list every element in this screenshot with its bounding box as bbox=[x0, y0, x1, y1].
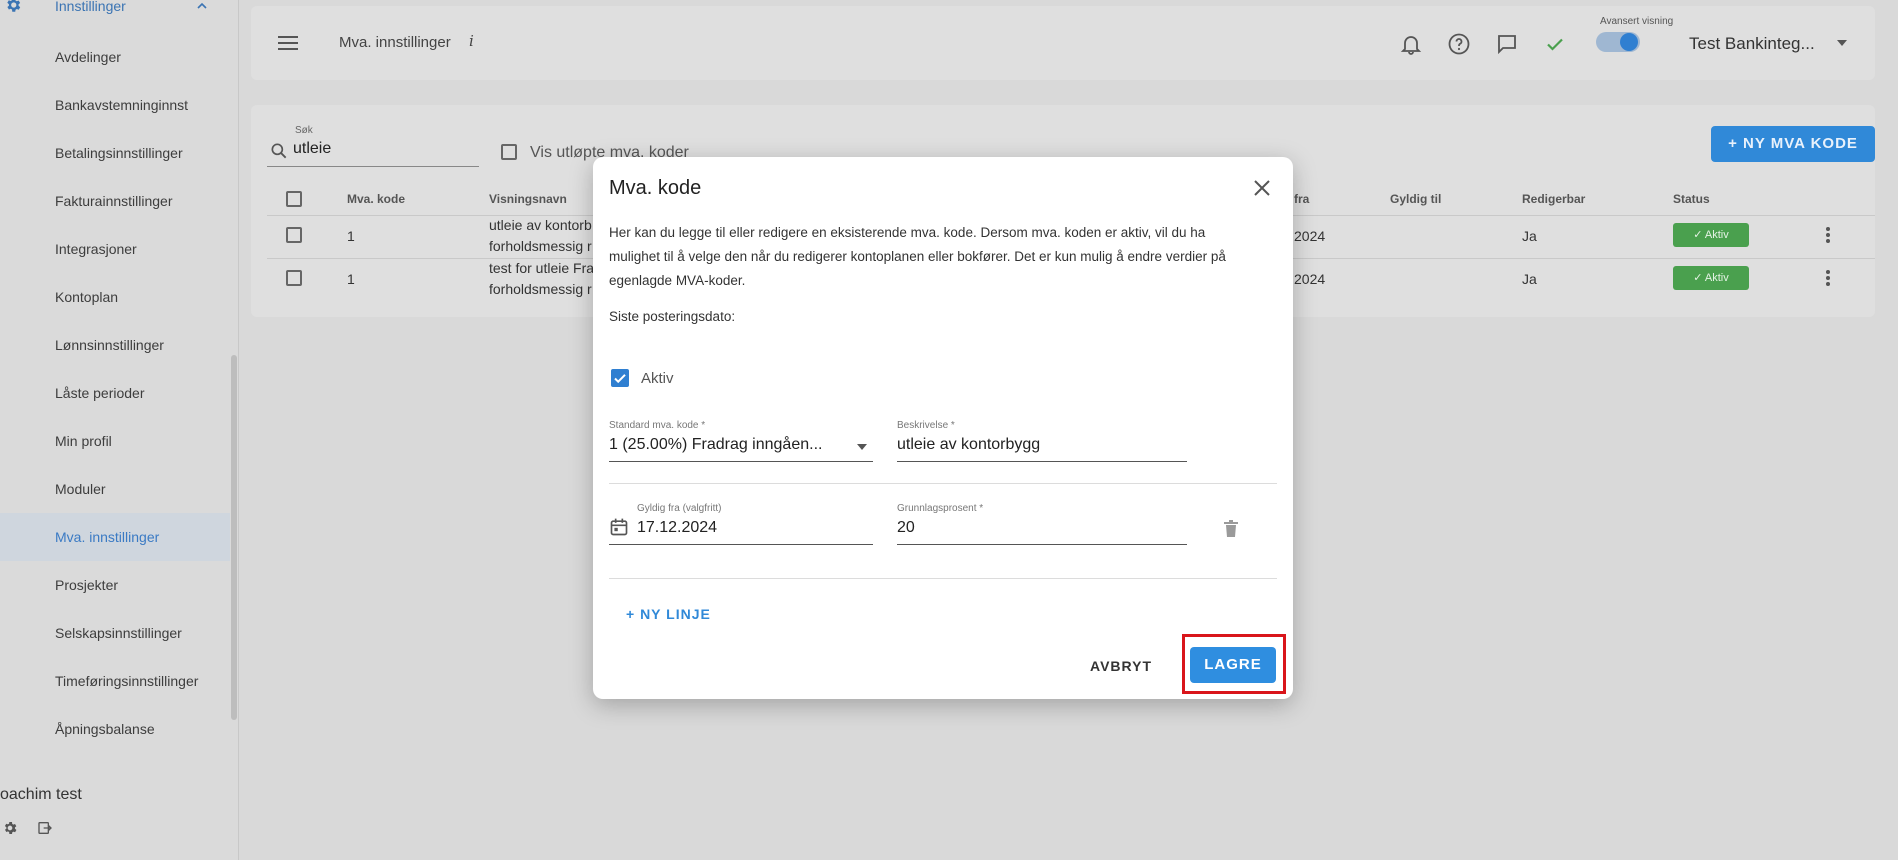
close-icon[interactable] bbox=[1253, 179, 1271, 197]
last-posting-date-label: Siste posteringsdato: bbox=[609, 309, 736, 324]
new-line-button[interactable]: + NY LINJE bbox=[626, 606, 711, 622]
description-input[interactable]: utleie av kontorbygg bbox=[897, 436, 1040, 454]
description-label: Beskrivelse * bbox=[897, 420, 955, 431]
basis-percent-label: Grunnlagsprosent * bbox=[897, 503, 984, 514]
active-checkbox[interactable] bbox=[611, 369, 629, 387]
vat-code-dialog: Mva. kode Her kan du legge til eller red… bbox=[593, 157, 1293, 699]
valid-from-underline bbox=[609, 544, 873, 545]
save-button[interactable]: LAGRE bbox=[1190, 647, 1276, 683]
standard-code-label: Standard mva. kode * bbox=[609, 420, 706, 431]
basis-percent-input[interactable]: 20 bbox=[897, 519, 915, 537]
standard-code-underline bbox=[609, 461, 873, 462]
valid-from-input[interactable]: 17.12.2024 bbox=[637, 519, 717, 537]
basis-percent-underline bbox=[897, 544, 1187, 545]
delete-icon[interactable] bbox=[1223, 520, 1239, 538]
checkmark-icon bbox=[614, 374, 626, 384]
standard-code-select[interactable]: 1 (25.00%) Fradrag inngåen... bbox=[609, 436, 822, 454]
divider bbox=[609, 483, 1277, 484]
divider bbox=[609, 578, 1277, 579]
valid-from-label: Gyldig fra (valgfritt) bbox=[637, 503, 722, 514]
calendar-icon[interactable] bbox=[609, 517, 629, 537]
dialog-description: Her kan du legge til eller redigere en e… bbox=[609, 225, 1226, 288]
dialog-title: Mva. kode bbox=[609, 177, 702, 199]
chevron-down-icon[interactable] bbox=[857, 444, 867, 450]
active-label: Aktiv bbox=[641, 370, 674, 387]
cancel-button[interactable]: AVBRYT bbox=[1090, 658, 1152, 674]
description-underline bbox=[897, 461, 1187, 462]
